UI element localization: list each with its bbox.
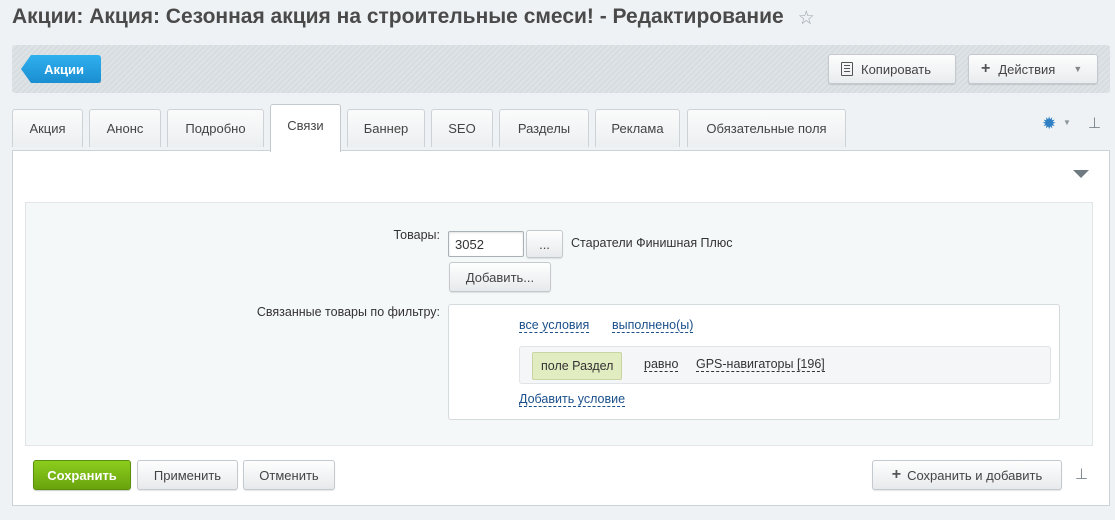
- toolbar: Акции Копировать + Действия ▼: [12, 45, 1110, 93]
- tab-announcement[interactable]: Анонс: [89, 109, 161, 147]
- condition-row: поле Раздел равно GPS-навигаторы [196]: [519, 346, 1051, 384]
- tab-required-fields[interactable]: Обязательные поля: [687, 109, 846, 147]
- tab-bar: Акция Анонс Подробно Связи Баннер SEO Ра…: [12, 104, 1110, 152]
- pin-icon[interactable]: ⊥: [1075, 465, 1088, 483]
- cancel-button[interactable]: Отменить: [243, 460, 335, 490]
- all-conditions-link[interactable]: все условия: [519, 318, 590, 333]
- save-and-add-button[interactable]: + Сохранить и добавить: [872, 460, 1062, 490]
- page-title-text: Акции: Акция: Сезонная акция на строител…: [12, 5, 784, 28]
- actions-button-label: Действия: [998, 61, 1056, 77]
- tab-promo[interactable]: Акция: [12, 109, 83, 147]
- gear-icon[interactable]: ✹: [1042, 114, 1056, 134]
- tab-sections[interactable]: Разделы: [499, 109, 589, 147]
- copy-button[interactable]: Копировать: [828, 54, 956, 84]
- plus-icon: +: [891, 466, 902, 483]
- add-product-button[interactable]: Добавить...: [449, 262, 551, 292]
- product-name: Старатели Финишная Плюс: [571, 236, 733, 250]
- tab-links[interactable]: Связи: [270, 104, 341, 152]
- tab-seo[interactable]: SEO: [431, 109, 493, 147]
- tab-content-panel: Товары: ... Старатели Финишная Плюс Доба…: [12, 150, 1110, 506]
- filter-label: Связанные товары по фильтру:: [256, 305, 440, 319]
- actions-button[interactable]: + Действия ▼: [968, 54, 1098, 84]
- back-to-list-button[interactable]: Акции: [21, 55, 101, 83]
- filter-conditions-box: все условия выполнено(ы) поле Раздел рав…: [448, 304, 1060, 420]
- condition-field[interactable]: поле Раздел: [532, 352, 623, 380]
- chevron-down-icon[interactable]: ▼: [1063, 118, 1071, 127]
- save-button[interactable]: Сохранить: [33, 460, 131, 490]
- pin-icon[interactable]: ⊥: [1088, 114, 1101, 132]
- product-id-input[interactable]: [448, 231, 524, 257]
- collapse-icon[interactable]: [1073, 170, 1089, 178]
- browse-product-button[interactable]: ...: [526, 230, 563, 258]
- links-form: Товары: ... Старатели Финишная Плюс Доба…: [25, 202, 1093, 446]
- star-icon[interactable]: ☆: [798, 8, 815, 29]
- apply-button[interactable]: Применить: [137, 460, 238, 490]
- products-label: Товары:: [393, 228, 440, 242]
- add-condition-link[interactable]: Добавить условие: [519, 392, 626, 407]
- page-title: Акции: Акция: Сезонная акция на строител…: [12, 5, 815, 29]
- fulfilled-link[interactable]: выполнено(ы): [612, 318, 694, 333]
- tab-ads[interactable]: Реклама: [595, 109, 680, 147]
- tab-banner[interactable]: Баннер: [347, 109, 425, 147]
- tab-details[interactable]: Подробно: [167, 109, 264, 147]
- condition-value[interactable]: GPS-навигаторы [196]: [696, 357, 825, 372]
- save-and-add-label: Сохранить и добавить: [907, 467, 1043, 483]
- plus-icon: +: [981, 60, 991, 77]
- chevron-down-icon: ▼: [1073, 64, 1083, 74]
- copy-icon: [841, 62, 853, 76]
- copy-button-label: Копировать: [861, 61, 931, 77]
- condition-operator[interactable]: равно: [644, 357, 679, 372]
